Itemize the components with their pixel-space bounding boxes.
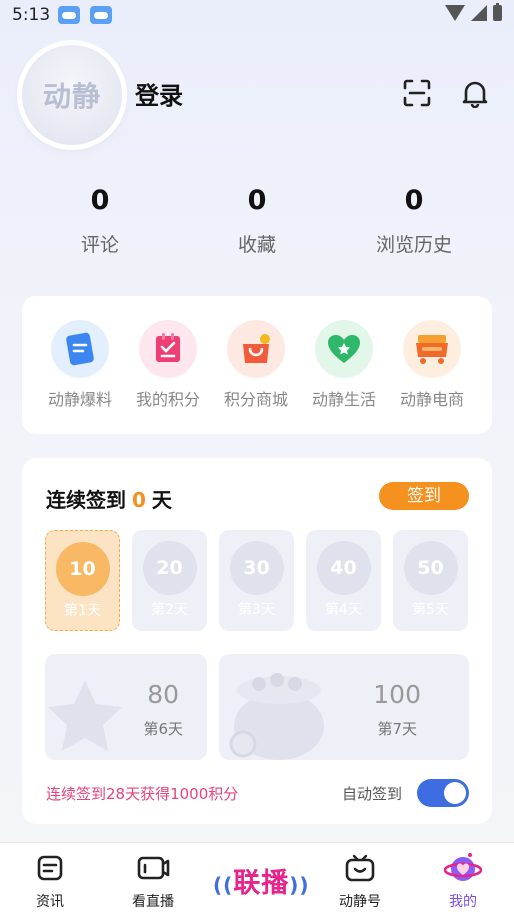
checkin-day-6: 80 第6天 — [45, 654, 207, 760]
tab-mine[interactable]: 我的 — [428, 851, 498, 911]
day-label: 第4天 — [325, 602, 362, 618]
heart-icon — [315, 320, 373, 378]
battery-icon — [493, 3, 502, 21]
stat-comments[interactable]: 0 评论 — [40, 185, 160, 257]
day-points: 80 — [147, 680, 179, 709]
stat-label: 评论 — [80, 234, 119, 256]
checkin-day-7: 100 第7天 — [219, 654, 469, 760]
service-item-life[interactable]: 动静生活 — [300, 320, 388, 410]
points-icon — [139, 320, 197, 378]
news-icon — [37, 855, 63, 881]
service-item-mall[interactable]: 积分商城 — [212, 320, 300, 410]
day-points: 100 — [373, 680, 421, 709]
tab-label: 看直播 — [132, 894, 174, 910]
login-link[interactable]: 登录 — [135, 76, 183, 111]
bottom-tab-bar: 资讯 看直播 ((联播)) 动静号 我的 — [0, 842, 514, 915]
tab-label: 联播 — [233, 868, 290, 899]
service-label: 积分商城 — [223, 390, 288, 409]
status-time: 5:13 — [12, 5, 51, 25]
planet-heart-icon — [444, 853, 482, 881]
tab-live[interactable]: 看直播 — [118, 851, 188, 911]
avatar-logo-text: 动静 — [42, 80, 101, 113]
stat-label: 浏览历史 — [375, 234, 452, 256]
day-points: 20 — [142, 541, 197, 595]
day-label: 第3天 — [238, 602, 275, 618]
checkin-title: 连续签到 0 天 — [46, 484, 172, 513]
day-points: 40 — [316, 541, 371, 595]
stat-label: 收藏 — [237, 234, 276, 256]
day-points: 50 — [403, 541, 458, 595]
checkin-title-suffix: 天 — [151, 488, 172, 512]
signal-icon — [471, 5, 487, 21]
day-points: 30 — [229, 541, 284, 595]
stat-history[interactable]: 0 浏览历史 — [354, 185, 474, 257]
service-label: 动静电商 — [399, 390, 464, 409]
live-tv-icon — [137, 856, 170, 880]
tab-news[interactable]: 资讯 — [15, 851, 85, 911]
reward-text: 连续签到28天获得1000积分 — [46, 785, 239, 803]
day-label: 第7天 — [377, 720, 417, 738]
service-label: 动静爆料 — [47, 390, 112, 409]
wifi-icon — [445, 5, 465, 21]
cloud-icon — [58, 6, 80, 24]
avatar[interactable]: 动静 — [22, 45, 122, 145]
tab-label: 资讯 — [36, 894, 64, 910]
broadcast-wave-icon: )) — [289, 873, 310, 897]
stat-value: 0 — [404, 185, 424, 216]
tab-dongjinghao[interactable]: 动静号 — [325, 851, 395, 911]
service-label: 我的积分 — [135, 390, 200, 409]
cloud-icon — [90, 6, 112, 24]
sign-in-button[interactable]: 签到 — [379, 482, 469, 510]
lianbo-logo: ((联播)) — [213, 861, 310, 900]
checkin-card: 连续签到 0 天 签到 10 第1天 20 第2天 30 第3天 40 第4天 50… — [22, 458, 492, 824]
auto-checkin-toggle[interactable] — [417, 779, 469, 807]
cart-icon — [403, 320, 461, 378]
day-label: 第1天 — [64, 603, 101, 619]
auto-checkin-label: 自动签到 — [342, 785, 403, 803]
tv-smile-icon — [345, 854, 375, 882]
status-bar: 5:13 — [0, 0, 514, 30]
day-label: 第5天 — [412, 602, 449, 618]
checkin-day-5: 50 第5天 — [393, 530, 468, 631]
tab-label: 我的 — [449, 894, 477, 910]
treasure-pot-icon — [229, 673, 324, 760]
checkin-day-2: 20 第2天 — [132, 530, 207, 631]
stat-value: 0 — [247, 185, 267, 216]
shopping-bag-icon — [227, 320, 285, 378]
day-points: 10 — [55, 542, 110, 596]
services-card: 动静爆料 我的积分 积分商城 动静生活 动静电商 — [22, 296, 492, 434]
star-icon — [48, 680, 122, 751]
checkin-title-prefix: 连续签到 — [46, 488, 126, 512]
checkin-day-1: 10 第1天 — [45, 530, 120, 631]
service-item-baoliao[interactable]: 动静爆料 — [36, 320, 124, 410]
bell-icon[interactable] — [460, 78, 490, 108]
service-item-points[interactable]: 我的积分 — [124, 320, 212, 410]
service-label: 动静生活 — [311, 390, 376, 409]
checkin-days-count: 0 — [132, 488, 146, 512]
day-label: 第6天 — [143, 720, 183, 738]
service-item-ecommerce[interactable]: 动静电商 — [388, 320, 476, 410]
broadcast-wave-icon: (( — [213, 873, 234, 897]
stat-value: 0 — [90, 185, 110, 216]
stat-favorites[interactable]: 0 收藏 — [197, 185, 317, 257]
checkin-day-3: 30 第3天 — [219, 530, 294, 631]
tab-label: 动静号 — [339, 894, 381, 910]
scan-icon[interactable] — [402, 78, 432, 108]
checkin-day-4: 40 第4天 — [306, 530, 381, 631]
note-icon — [51, 320, 109, 378]
day-label: 第2天 — [151, 602, 188, 618]
